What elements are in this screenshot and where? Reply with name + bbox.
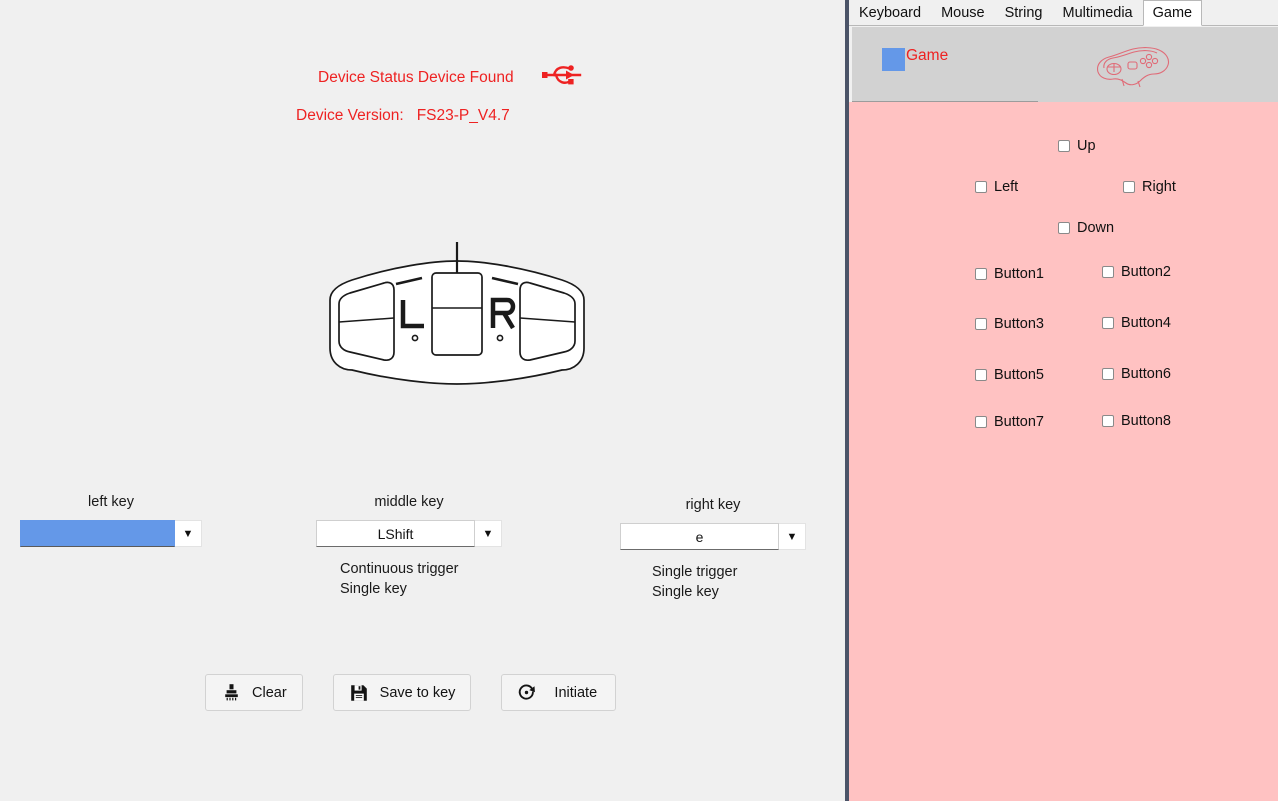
checkbox-button8-label: Button8	[1121, 413, 1171, 429]
checkbox-up[interactable]: Up	[1058, 138, 1096, 154]
tab-string-label: String	[1004, 5, 1043, 21]
tab-keyboard-label: Keyboard	[859, 5, 922, 21]
game-color-swatch	[882, 48, 905, 71]
checkbox-box[interactable]	[975, 268, 987, 280]
usb-icon	[540, 62, 584, 93]
checkbox-box[interactable]	[1058, 222, 1070, 234]
middle-key-value: LShift	[316, 520, 475, 547]
middle-key-title: middle key	[374, 494, 444, 510]
left-key-title: left key	[88, 494, 134, 510]
checkbox-box[interactable]	[1102, 415, 1114, 427]
checkbox-box[interactable]	[975, 416, 987, 428]
checkbox-box[interactable]	[975, 369, 987, 381]
tab-keyboard[interactable]: Keyboard	[849, 2, 931, 25]
gamepad-icon	[1092, 40, 1174, 95]
middle-key-trigger-mode: Continuous trigger	[340, 561, 459, 577]
right-key-title: right key	[685, 497, 741, 513]
game-panel-header: Game	[852, 27, 1278, 102]
clear-button-label: Clear	[252, 684, 287, 701]
checkbox-right[interactable]: Right	[1123, 179, 1176, 195]
checkbox-button2-label: Button2	[1121, 264, 1171, 280]
left-key-value	[20, 520, 175, 547]
right-key-group: right key e ▼ Single trigger Single key	[620, 497, 806, 602]
right-key-trigger-info: Single trigger Single key	[620, 562, 806, 602]
checkbox-box[interactable]	[1123, 181, 1135, 193]
checkbox-button8[interactable]: Button8	[1102, 413, 1171, 429]
action-button-bar: Clear Save to key Initiate	[205, 674, 617, 711]
checkbox-button4-label: Button4	[1121, 315, 1171, 331]
game-controls-body: Up Left Right Down Button1 Button2 Butto…	[849, 102, 1278, 801]
checkbox-button6[interactable]: Button6	[1102, 366, 1171, 382]
checkbox-right-label: Right	[1142, 179, 1176, 195]
checkbox-box[interactable]	[1102, 266, 1114, 278]
middle-key-dropdown[interactable]: LShift ▼	[316, 520, 502, 547]
chevron-down-icon[interactable]: ▼	[779, 523, 806, 550]
checkbox-box[interactable]	[1102, 368, 1114, 380]
tab-multimedia-label: Multimedia	[1062, 5, 1133, 21]
checkbox-box[interactable]	[1102, 317, 1114, 329]
checkbox-button1[interactable]: Button1	[975, 266, 1044, 282]
tab-string[interactable]: String	[995, 2, 1053, 25]
checkbox-box[interactable]	[975, 181, 987, 193]
right-key-trigger-mode: Single trigger	[652, 564, 738, 580]
checkbox-left-label: Left	[994, 179, 1019, 195]
device-version-label: Device Version:	[296, 107, 404, 124]
middle-key-key-mode: Single key	[340, 581, 407, 597]
checkbox-button2[interactable]: Button2	[1102, 264, 1171, 280]
checkbox-button3[interactable]: Button3	[975, 316, 1044, 332]
initiate-button-label: Initiate	[554, 684, 598, 701]
device-config-panel: Device Status Device Found Device Versio…	[0, 0, 845, 801]
checkbox-up-label: Up	[1077, 138, 1096, 154]
left-key-dropdown[interactable]: ▼	[20, 520, 202, 547]
tab-strip: Keyboard Mouse String Multimedia Game	[849, 0, 1278, 26]
checkbox-button7[interactable]: Button7	[975, 414, 1044, 430]
checkbox-button3-label: Button3	[994, 316, 1044, 332]
tab-mouse[interactable]: Mouse	[931, 2, 995, 25]
right-key-key-mode: Single key	[652, 584, 719, 600]
checkbox-box[interactable]	[1058, 140, 1070, 152]
tab-mouse-label: Mouse	[941, 5, 985, 21]
right-key-value: e	[620, 523, 779, 550]
brush-icon	[221, 683, 241, 703]
device-version-value: FS23-P_V4.7	[416, 107, 510, 124]
checkbox-button6-label: Button6	[1121, 366, 1171, 382]
floppy-disk-icon	[349, 683, 369, 703]
checkbox-left[interactable]: Left	[975, 179, 1018, 195]
tab-game-label: Game	[1152, 4, 1193, 21]
tab-multimedia[interactable]: Multimedia	[1053, 2, 1143, 25]
device-status-text: Device Status Device Found	[318, 68, 514, 86]
middle-key-trigger-info: Continuous trigger Single key	[316, 559, 502, 599]
device-version-row: Device Version: FS23-P_V4.7	[296, 107, 510, 125]
tab-game[interactable]: Game	[1142, 0, 1203, 26]
save-to-key-button[interactable]: Save to key	[332, 674, 472, 711]
refresh-circle-icon	[516, 683, 536, 703]
left-key-group: left key ▼	[20, 494, 202, 559]
clear-button[interactable]: Clear	[205, 674, 303, 711]
checkbox-down-label: Down	[1077, 220, 1115, 236]
foot-pedal-diagram: L	[312, 228, 602, 398]
checkbox-box[interactable]	[975, 318, 987, 330]
chevron-down-icon[interactable]: ▼	[475, 520, 502, 547]
initiate-button[interactable]: Initiate	[501, 674, 617, 711]
save-to-key-button-label: Save to key	[379, 684, 456, 701]
middle-key-group: middle key LShift ▼ Continuous trigger S…	[316, 494, 502, 599]
device-status-row: Device Status Device Found	[318, 62, 584, 93]
right-key-dropdown[interactable]: e ▼	[620, 523, 806, 550]
checkbox-button4[interactable]: Button4	[1102, 315, 1171, 331]
checkbox-button1-label: Button1	[994, 266, 1044, 282]
checkbox-button5-label: Button5	[994, 367, 1044, 383]
game-panel-title: Game	[906, 47, 949, 64]
checkbox-button5[interactable]: Button5	[975, 367, 1044, 383]
checkbox-button7-label: Button7	[994, 414, 1044, 430]
checkbox-down[interactable]: Down	[1058, 220, 1114, 236]
function-tabs-panel: Keyboard Mouse String Multimedia Game Ga…	[849, 0, 1278, 801]
chevron-down-icon[interactable]: ▼	[175, 520, 202, 547]
